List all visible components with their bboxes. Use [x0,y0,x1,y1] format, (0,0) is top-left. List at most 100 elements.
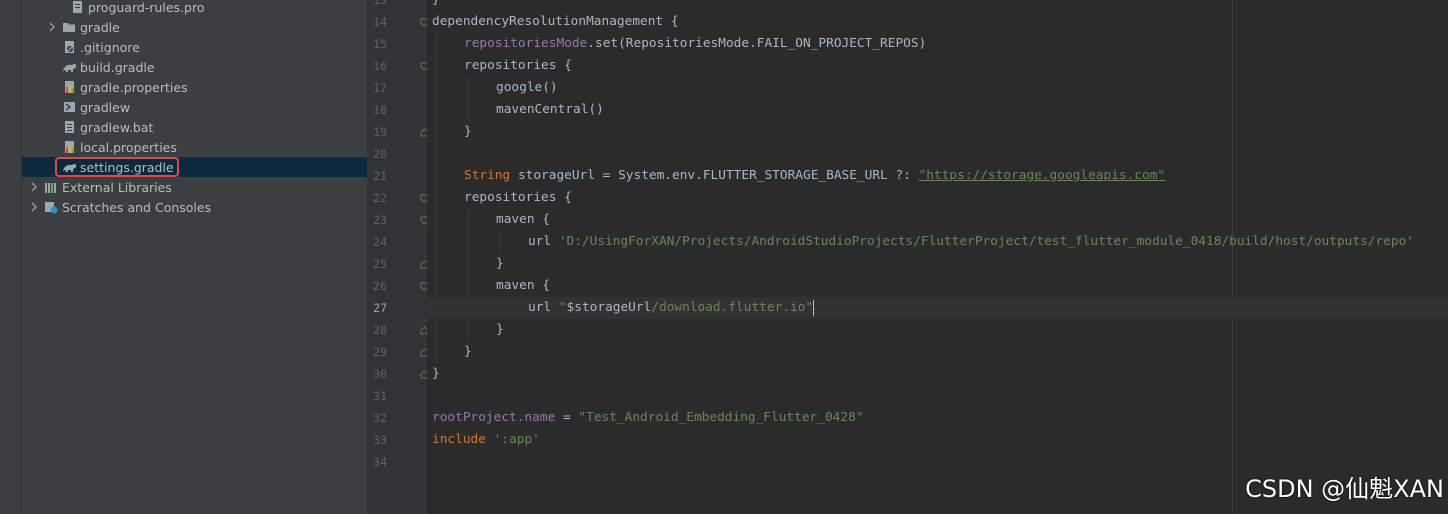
tree-item-label: gradlew [80,99,131,115]
code-line: maven { [496,275,550,297]
code-text: storageUrl = System.env.FLUTTER_STORAGE_… [510,168,919,183]
code-string: "https://storage.googleapis.com" [918,168,1166,183]
right-margin-guide [1232,0,1233,514]
gitignore-icon [62,40,76,54]
line-number: 32 [373,411,387,425]
library-icon [44,180,58,194]
tree-item-label: local.properties [80,139,177,155]
tree-item-gradlew-bat[interactable]: gradlew.bat [22,117,367,137]
code-text: google() [496,80,558,95]
tree-item-external-libraries[interactable]: External Libraries [22,177,367,197]
project-tool-window: proguard-rules.pro gradle .gitignore bui… [0,0,367,514]
code-property: rootProject.name [432,410,556,425]
line-number: 21 [373,169,387,183]
code-line: } [432,0,440,11]
code-line: url "$storageUrl/download.flutter.io" [528,297,815,319]
line-number: 18 [373,103,387,117]
tree-item-settings-gradle[interactable]: settings.gradle [22,157,367,177]
code-line: } [496,319,504,341]
line-number: 33 [373,433,387,447]
code-string: "Test_Android_Embedding_Flutter_0428" [578,410,864,425]
code-line: mavenCentral() [496,99,604,121]
properties-icon [62,80,76,94]
code-line: } [464,121,472,143]
indent-guide [468,77,469,121]
code-line: } [464,341,472,363]
tool-window-strip [0,0,22,514]
line-number: 23 [373,213,387,227]
code-line: } [496,253,504,275]
tree-item-label: gradle.properties [80,79,188,95]
code-property: repositoriesMode [464,36,588,51]
code-text: } [496,256,504,271]
file-icon [62,120,76,134]
code-editor[interactable]: } dependencyResolutionManagement { reposit… [427,0,1448,514]
line-number: 31 [373,389,387,403]
indent-guide [468,209,469,341]
tree-item-gradlew[interactable]: gradlew [22,97,367,117]
line-number: 22 [373,191,387,205]
chevron-right-icon[interactable] [46,21,58,33]
code-keyword: include [432,432,486,447]
line-number: 26 [373,279,387,293]
tree-item-proguard-rules[interactable]: proguard-rules.pro [22,0,367,17]
tree-item-local-properties[interactable]: local.properties [22,137,367,157]
tree-item-label: gradle [80,19,120,35]
line-number: 16 [373,59,387,73]
line-number: 19 [373,125,387,139]
line-number: 13 [373,0,387,7]
line-number: 24 [373,235,387,249]
chevron-right-icon[interactable] [28,201,40,213]
code-text: maven { [496,278,550,293]
code-text: = [555,410,579,425]
code-string: ':app' [493,432,540,447]
chevron-right-icon[interactable] [28,181,40,193]
tree-item-label: build.gradle [80,59,155,75]
code-text: .set(RepositoriesMode.FAIL_ON_PROJECT_RE… [587,36,927,51]
tree-item-gradle-properties[interactable]: gradle.properties [22,77,367,97]
line-number: 30 [373,367,387,381]
code-text: url [528,234,559,249]
scratches-icon [44,200,58,214]
code-line: repositories { [464,187,572,209]
tree-item-gradle-folder[interactable]: gradle [22,17,367,37]
code-line: rootProject.name = "Test_Android_Embeddi… [432,407,863,429]
code-text: mavenCentral() [496,102,604,117]
code-line: maven { [496,209,550,231]
code-text: } [496,322,504,337]
gradle-icon [62,60,77,74]
code-string: 'D:/UsingForXAN/Projects/AndroidStudioPr… [558,234,1415,249]
line-number: 25 [373,257,387,271]
tree-item-gitignore[interactable]: .gitignore [22,37,367,57]
code-string: /download.flutter.io [651,300,806,315]
code-keyword: String [464,168,511,183]
line-number: 28 [373,323,387,337]
editor-gutter: 13 14 15 16 17 18 19 20 21 22 23 24 25 26 27 28 29 30 31 32… [367,0,429,514]
tree-item-label: Scratches and Consoles [62,199,212,215]
code-text: repositories { [464,58,572,73]
code-text: } [432,0,440,7]
indent-guide [500,231,501,253]
line-number: 34 [373,455,387,469]
file-icon [70,0,84,14]
code-text: repositories { [464,190,572,205]
code-text: } [432,366,440,381]
tree-item-label: gradlew.bat [80,119,154,135]
shell-icon [62,100,76,114]
tree-item-label: External Libraries [62,179,172,195]
code-text: dependencyResolutionManagement { [432,14,679,29]
code-text: url [528,300,559,315]
tree-item-build-gradle[interactable]: build.gradle [22,57,367,77]
text-caret [813,299,815,316]
code-line: String storageUrl = System.env.FLUTTER_S… [464,165,1165,187]
gradle-icon [62,160,77,174]
folder-icon [62,20,76,34]
tree-item-scratches-consoles[interactable]: Scratches and Consoles [22,197,367,217]
code-text: maven { [496,212,550,227]
properties-icon [62,140,76,154]
line-number: 17 [373,81,387,95]
code-string: " [805,300,814,315]
code-line: repositoriesMode.set(RepositoriesMode.FA… [464,33,926,55]
tree-item-label: proguard-rules.pro [88,0,205,15]
